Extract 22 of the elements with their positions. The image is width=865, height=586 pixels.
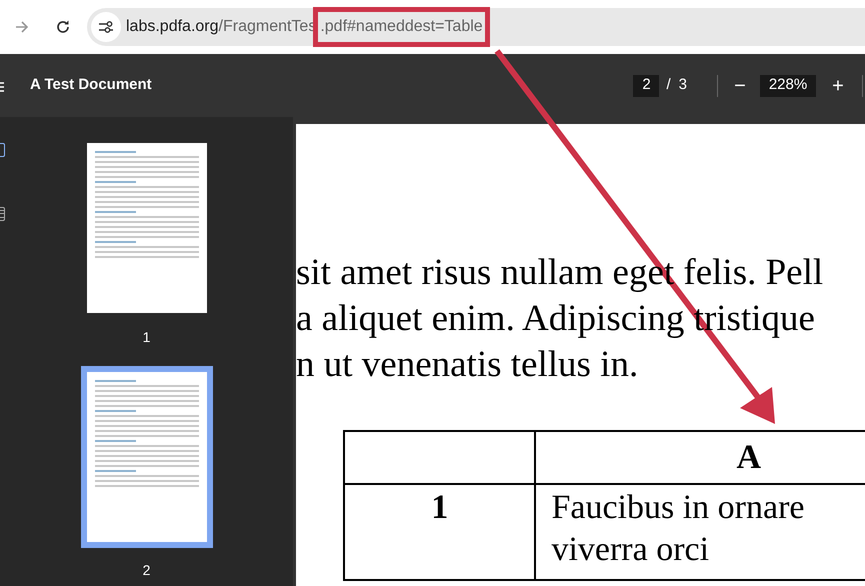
zoom-field[interactable]: 228% [760, 74, 816, 96]
page-number-field[interactable]: 2 [633, 74, 660, 96]
site-info-icon[interactable] [91, 12, 121, 42]
reload-icon[interactable] [55, 19, 71, 35]
highlighted-url-fragment: .pdf#nameddest=Table [313, 7, 490, 47]
address-bar[interactable]: labs.pdfa.org/FragmentTes .pdf#nameddest=Table [87, 8, 865, 46]
zoom-in-button[interactable]: + [830, 76, 846, 96]
table-header-cell: A [535, 431, 865, 484]
page-total: 3 [678, 75, 687, 96]
table-cell-text: Faucibus in ornare viverra orci [551, 488, 806, 570]
page-separator: / [666, 75, 671, 96]
menu-icon[interactable] [0, 82, 4, 92]
url-host: labs.pdfa.org [126, 17, 219, 37]
table-cell-text: 1 [431, 488, 448, 528]
page-thumbnail[interactable] [84, 141, 208, 315]
page-number-label: 2 [142, 561, 150, 580]
zoom-out-button[interactable]: − [732, 76, 748, 96]
body-text-line: n ut venenatis tellus in. [296, 343, 638, 387]
forward-icon[interactable] [14, 19, 30, 35]
page-thumbnail[interactable] [80, 366, 212, 548]
page-number-label: 1 [142, 328, 150, 347]
document-title: A Test Document [30, 75, 152, 96]
